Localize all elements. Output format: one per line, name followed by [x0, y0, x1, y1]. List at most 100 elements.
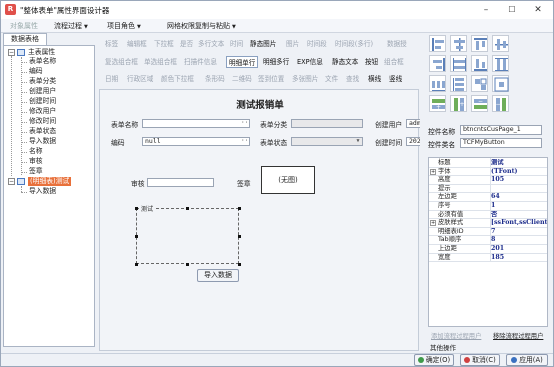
palette-time[interactable]: 时间 — [230, 38, 243, 50]
property-row[interactable]: 序号 1 — [429, 202, 547, 211]
tree-item[interactable]: 审核 — [29, 157, 43, 166]
property-row[interactable]: 高度 105 — [429, 176, 547, 185]
expand-icon[interactable]: + — [430, 168, 436, 175]
add-column-icon[interactable]: + — [450, 95, 467, 112]
collapse-toggle[interactable]: − — [8, 178, 15, 185]
palette-vline[interactable]: 竖线 — [389, 73, 402, 85]
palette-time-range[interactable]: 时间段 — [307, 38, 327, 50]
detail-table-selection[interactable] — [136, 208, 239, 264]
palette-time-range-multi[interactable]: 时间段(多行) — [335, 38, 373, 50]
align-right-icon[interactable] — [429, 55, 446, 72]
property-row[interactable]: + 皮肤样式 [ssFont,ssClient, — [429, 219, 547, 228]
menu-grid-permission[interactable]: 网格权限复制与粘贴 ▼ — [164, 20, 239, 32]
ok-button[interactable]: 确定(O) — [414, 354, 454, 366]
form-name-field[interactable]: ··· — [142, 119, 250, 128]
category-label[interactable]: 表单分类 — [260, 119, 287, 129]
tab-data-table[interactable]: 数据表格 — [3, 33, 47, 45]
resize-handle[interactable] — [238, 263, 241, 266]
add-process-user-link[interactable]: 添加流程过程用户 — [431, 331, 481, 340]
palette-combobox[interactable]: 组合框 — [384, 56, 404, 68]
space-vertical-icon[interactable] — [450, 75, 467, 92]
align-center-h-icon[interactable] — [450, 35, 467, 52]
control-name-field[interactable]: btncntsCusPage_1 — [460, 125, 542, 135]
tree-item[interactable]: 创建用户 — [29, 87, 56, 96]
remove-process-user-link[interactable]: 移除流程过程用户 — [493, 331, 543, 340]
palette-checkin-location[interactable]: 签到位置 — [258, 73, 284, 85]
palette-dropdown[interactable]: 下拉框 — [154, 38, 174, 50]
palette-static-text[interactable]: 静态文本 — [332, 56, 358, 68]
palette-barcode[interactable]: 条形码 — [205, 73, 225, 85]
tree-item[interactable]: 签章 — [29, 167, 43, 176]
seal-image[interactable]: (无图) — [261, 166, 315, 194]
minimize-button[interactable]: – — [473, 1, 499, 19]
same-height-icon[interactable] — [492, 55, 509, 72]
same-width-icon[interactable] — [450, 55, 467, 72]
palette-edit[interactable]: 编辑框 — [127, 38, 147, 50]
seal-label[interactable]: 签章 — [237, 178, 251, 188]
apply-button[interactable]: 应用(A) — [506, 354, 548, 366]
tree-root-main[interactable]: 主表属性 — [28, 48, 55, 57]
palette-lookup[interactable]: 查找 — [346, 73, 359, 85]
palette-static-image[interactable]: 静态图片 — [250, 38, 276, 50]
property-row[interactable]: 左边距 64 — [429, 193, 547, 202]
property-row[interactable]: + 字体 (TFont) — [429, 168, 547, 177]
ellipsis-icon[interactable]: ··· — [241, 138, 249, 145]
form-name-label[interactable]: 表单名称 — [111, 119, 138, 129]
palette-color[interactable]: 颜色下拉框 — [161, 73, 194, 85]
space-horizontal-icon[interactable] — [429, 75, 446, 92]
palette-bool[interactable]: 是否 — [180, 38, 193, 50]
palette-hline[interactable]: 横线 — [368, 73, 381, 85]
palette-qrcode[interactable]: 二维码 — [232, 73, 252, 85]
status-select[interactable]: ▼ — [291, 137, 363, 146]
close-button[interactable]: ✕ — [525, 1, 551, 19]
control-class-field[interactable]: TCFMyButton — [460, 138, 542, 148]
review-label[interactable]: 审核 — [131, 178, 145, 188]
palette-button[interactable]: 按钮 — [365, 56, 378, 68]
tree-item[interactable]: 修改用户 — [29, 107, 56, 116]
expand-icon[interactable]: + — [430, 220, 436, 227]
resize-handle[interactable] — [135, 235, 138, 238]
add-row-icon[interactable]: + — [429, 95, 446, 112]
collapse-toggle[interactable]: − — [8, 49, 15, 56]
same-size-icon[interactable] — [471, 75, 488, 92]
delete-column-icon[interactable]: − — [492, 95, 509, 112]
palette-label[interactable]: 标签 — [105, 38, 118, 50]
design-canvas[interactable]: 测试报销单 表单名称 ··· 表单分类 创建用户 admi 编码 null···… — [99, 89, 420, 351]
code-field[interactable]: null··· — [142, 137, 250, 146]
palette-detail-single[interactable]: 明细单行 — [226, 56, 259, 68]
palette-region[interactable]: 行政区域 — [127, 73, 153, 85]
palette-detail-multi[interactable]: 明细多行 — [263, 56, 289, 68]
tree-item[interactable]: 表单状态 — [29, 127, 56, 136]
property-row[interactable]: Tab顺序 8 — [429, 236, 547, 245]
import-data-button[interactable]: 导入数据 — [197, 269, 239, 282]
resize-handle[interactable] — [238, 207, 241, 210]
created-time-label[interactable]: 创建时间 — [375, 137, 402, 147]
align-middle-v-icon[interactable] — [492, 35, 509, 52]
created-time-field[interactable]: 2020 — [406, 137, 420, 146]
property-row[interactable]: 必须有值否 — [429, 211, 547, 220]
property-row[interactable]: 标题 测试 — [429, 159, 547, 168]
creator-label[interactable]: 创建用户 — [375, 119, 402, 129]
tree-item[interactable]: 导入数据 — [29, 137, 56, 146]
resize-handle[interactable] — [135, 263, 138, 266]
palette-data-auth[interactable]: 数据授 — [387, 38, 407, 50]
delete-row-icon[interactable]: − — [471, 95, 488, 112]
category-field[interactable] — [291, 119, 363, 128]
tree-item[interactable]: 创建时间 — [29, 97, 56, 106]
menu-process[interactable]: 流程过程 ▼ — [51, 20, 91, 32]
palette-checkbox-group[interactable]: 复选组合框 — [105, 56, 138, 68]
property-row[interactable]: 宽度 185 — [429, 254, 547, 263]
resize-handle[interactable] — [186, 207, 189, 210]
form-title[interactable]: 测试报销单 — [100, 97, 420, 111]
align-left-icon[interactable] — [429, 35, 446, 52]
align-bottom-icon[interactable] — [471, 55, 488, 72]
tree-item[interactable]: 导入数据 — [29, 187, 56, 196]
palette-radio-group[interactable]: 单选组合框 — [144, 56, 177, 68]
palette-multi-image[interactable]: 多张图片 — [292, 73, 318, 85]
menu-project-role[interactable]: 项目角色 ▼ — [104, 20, 144, 32]
tree-item[interactable]: 名称 — [29, 147, 43, 156]
status-label[interactable]: 表单状态 — [260, 137, 287, 147]
resize-handle[interactable] — [135, 207, 138, 210]
maximize-button[interactable]: ☐ — [499, 1, 525, 19]
tree-item[interactable]: 修改时间 — [29, 117, 56, 126]
